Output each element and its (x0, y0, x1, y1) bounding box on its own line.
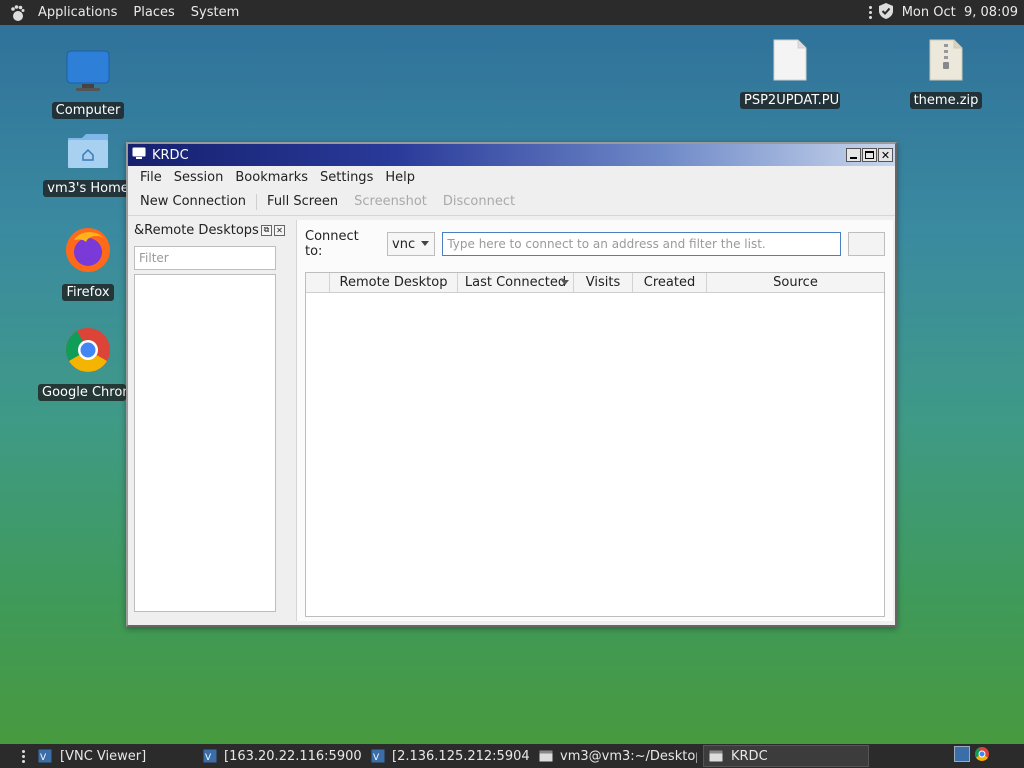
panel-float-button[interactable]: ⧉ (261, 224, 272, 236)
menu-settings[interactable]: Settings (314, 170, 379, 185)
menu-bookmarks[interactable]: Bookmarks (229, 170, 314, 185)
clock[interactable]: Mon Oct 9, 08:09 (894, 5, 1018, 20)
taskbar-item-krdc[interactable]: KRDC (703, 745, 869, 767)
window-content: &Remote Desktops ⧉ ✕ Connect to: vnc (128, 218, 895, 625)
chevron-down-icon (421, 241, 430, 246)
connections-table[interactable]: Remote Desktop Last Connected Visits Cre… (305, 272, 885, 617)
taskbar-item-vnc-163[interactable]: V [163.20.22.116:5900... (199, 745, 361, 767)
window-title: KRDC (152, 147, 189, 163)
chrome-icon[interactable] (974, 746, 990, 766)
firefox-icon (64, 226, 112, 278)
column-header-remote-desktop[interactable]: Remote Desktop (330, 273, 458, 292)
taskbar-item-label: KRDC (731, 748, 768, 764)
taskbar-item-label: vm3@vm3:~/Desktop (560, 748, 697, 764)
desktop-icon-home[interactable]: vm3's Home (38, 132, 138, 197)
desktop-icon-firefox[interactable]: Firefox (38, 226, 138, 301)
screenshot-button[interactable]: Screenshot (348, 194, 433, 209)
kebab-menu-icon[interactable] (22, 749, 25, 763)
table-header: Remote Desktop Last Connected Visits Cre… (306, 273, 884, 293)
menubar: File Session Bookmarks Settings Help (128, 166, 895, 188)
window-titlebar[interactable]: KRDC ✕ (128, 144, 895, 166)
krdc-window: KRDC ✕ File Session Bookmarks Settings H… (126, 142, 897, 627)
menu-help[interactable]: Help (379, 170, 421, 185)
desktop-icon-psp2updat[interactable]: PSP2UPDAT.PUP (740, 38, 840, 109)
desktop-icon-chrome[interactable]: Google Chrome (38, 326, 138, 401)
desktop-icon-computer[interactable]: Computer (38, 50, 138, 119)
sort-descending-icon (561, 280, 569, 285)
remote-desktops-panel-title: &Remote Desktops (134, 222, 259, 238)
desktop-icon-label: Firefox (62, 284, 114, 301)
taskbar-item-vnc-viewer[interactable]: V [VNC Viewer] (33, 745, 193, 767)
desktop-icon-label: vm3's Home (43, 180, 133, 197)
desktop-icon-theme-zip[interactable]: theme.zip (896, 38, 996, 109)
panel-close-button[interactable]: ✕ (274, 224, 285, 236)
applications-menu[interactable]: Applications (30, 0, 125, 25)
connection-area: Connect to: vnc Remote Desktop Last Conn… (296, 220, 893, 621)
bottom-taskbar: V [VNC Viewer] V [163.20.22.116:5900... … (0, 744, 1024, 768)
full-screen-button[interactable]: Full Screen (261, 194, 344, 209)
close-button[interactable]: ✕ (878, 148, 893, 162)
address-input[interactable] (442, 232, 841, 256)
column-header-visits[interactable]: Visits (574, 273, 633, 292)
workspace-switcher-icon[interactable] (954, 746, 970, 766)
places-menu[interactable]: Places (125, 0, 182, 25)
svg-text:V: V (205, 753, 212, 763)
close-icon: ✕ (880, 148, 891, 162)
top-panel: Applications Places System Mon Oct 9, 08… (0, 0, 1024, 25)
vnc-icon: V (371, 749, 385, 763)
column-header-source[interactable]: Source (707, 273, 884, 292)
float-icon: ⧉ (263, 225, 270, 234)
column-header-created[interactable]: Created (633, 273, 707, 292)
minimize-button[interactable] (846, 148, 861, 162)
minimize-icon (850, 157, 857, 159)
gnome-foot-icon[interactable] (4, 0, 30, 25)
protocol-select[interactable]: vnc (387, 232, 436, 256)
taskbar-item-vnc-2[interactable]: V [2.136.125.212:5904 ... (367, 745, 529, 767)
disconnect-button[interactable]: Disconnect (437, 194, 521, 209)
close-icon: ✕ (276, 225, 283, 235)
svg-text:V: V (40, 753, 47, 763)
taskbar-item-terminal[interactable]: vm3@vm3:~/Desktop (535, 745, 697, 767)
desktop-icon-label: PSP2UPDAT.PUP (740, 92, 840, 109)
system-menu[interactable]: System (183, 0, 247, 25)
taskbar-item-label: [163.20.22.116:5900... (224, 748, 361, 764)
remote-desktops-list[interactable] (134, 274, 276, 612)
menu-session[interactable]: Session (168, 170, 230, 185)
taskbar-item-label: [VNC Viewer] (60, 748, 147, 764)
vnc-icon: V (203, 749, 217, 763)
protocol-value: vnc (392, 236, 416, 252)
window-icon (708, 749, 724, 763)
zip-file-icon (928, 38, 964, 86)
remote-desktops-panel: &Remote Desktops ⧉ ✕ (128, 218, 291, 625)
vnc-icon: V (37, 749, 53, 763)
new-connection-button[interactable]: New Connection (134, 194, 252, 209)
window-app-icon[interactable] (132, 147, 146, 163)
desktop-icon-label: theme.zip (909, 92, 983, 109)
connect-to-label: Connect to: (305, 229, 359, 259)
taskbar-item-label: [2.136.125.212:5904 ... (392, 748, 529, 764)
svg-text:V: V (373, 753, 380, 763)
desktop-icon-label: Computer (51, 102, 125, 119)
toolbar: New Connection Full Screen Screenshot Di… (128, 188, 895, 216)
column-header-last-connected-label: Last Connected (464, 275, 567, 290)
maximize-button[interactable] (862, 148, 877, 162)
chrome-icon (64, 326, 112, 378)
column-header-icon[interactable] (306, 273, 330, 292)
connect-button[interactable] (847, 232, 885, 256)
file-icon (772, 38, 808, 86)
maximize-icon (865, 151, 874, 159)
computer-icon (66, 50, 110, 96)
shield-icon[interactable] (878, 2, 894, 24)
kebab-menu-icon[interactable] (868, 6, 872, 19)
menu-file[interactable]: File (134, 170, 168, 185)
terminal-window-icon (539, 749, 553, 763)
column-header-last-connected[interactable]: Last Connected (458, 273, 574, 292)
remote-desktops-filter-input[interactable] (134, 246, 276, 270)
home-folder-icon (66, 132, 110, 174)
toolbar-separator (256, 193, 258, 210)
desktop-icon-label: Google Chrome (38, 384, 126, 401)
